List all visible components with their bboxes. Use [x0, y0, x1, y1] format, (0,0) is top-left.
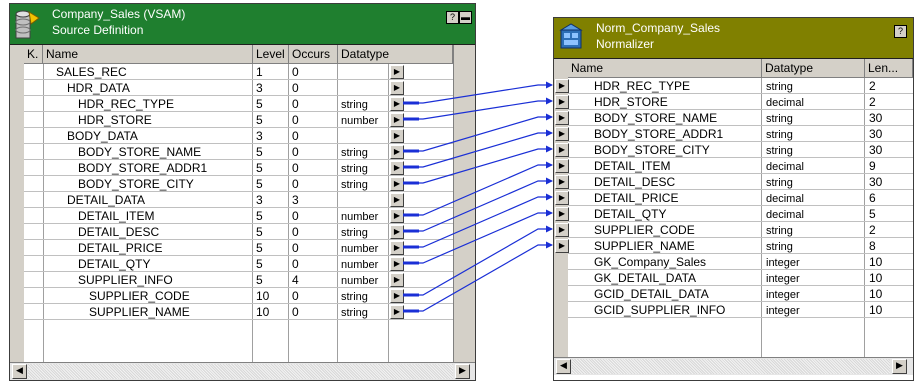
link-arrowhead-icon: [546, 209, 553, 217]
link-arrowhead-icon: [546, 225, 553, 233]
link-arrowhead-icon: [546, 81, 553, 89]
port-link-line[interactable]: [403, 212, 552, 264]
link-start-marker: [403, 101, 419, 105]
link-arrowhead-icon: [546, 113, 553, 121]
link-start-marker: [403, 149, 419, 153]
port-link-line[interactable]: [403, 116, 552, 152]
link-start-marker: [403, 165, 419, 169]
port-link-line[interactable]: [403, 84, 552, 104]
link-start-marker: [403, 181, 419, 185]
link-arrowhead-icon: [546, 177, 553, 185]
link-arrowhead-icon: [546, 145, 553, 153]
port-link-line[interactable]: [403, 100, 552, 120]
link-arrowhead-icon: [546, 193, 553, 201]
link-arrowhead-icon: [546, 241, 553, 249]
link-start-marker: [403, 293, 419, 297]
link-start-marker: [403, 245, 419, 249]
port-link-line[interactable]: [403, 244, 552, 312]
link-start-marker: [403, 309, 419, 313]
link-arrowhead-icon: [546, 97, 553, 105]
link-start-marker: [403, 213, 419, 217]
link-arrowhead-icon: [546, 129, 553, 137]
link-arrowhead-icon: [546, 161, 553, 169]
link-start-marker: [403, 261, 419, 265]
link-start-marker: [403, 229, 419, 233]
port-link-lines: [403, 81, 553, 313]
link-start-marker: [403, 117, 419, 121]
